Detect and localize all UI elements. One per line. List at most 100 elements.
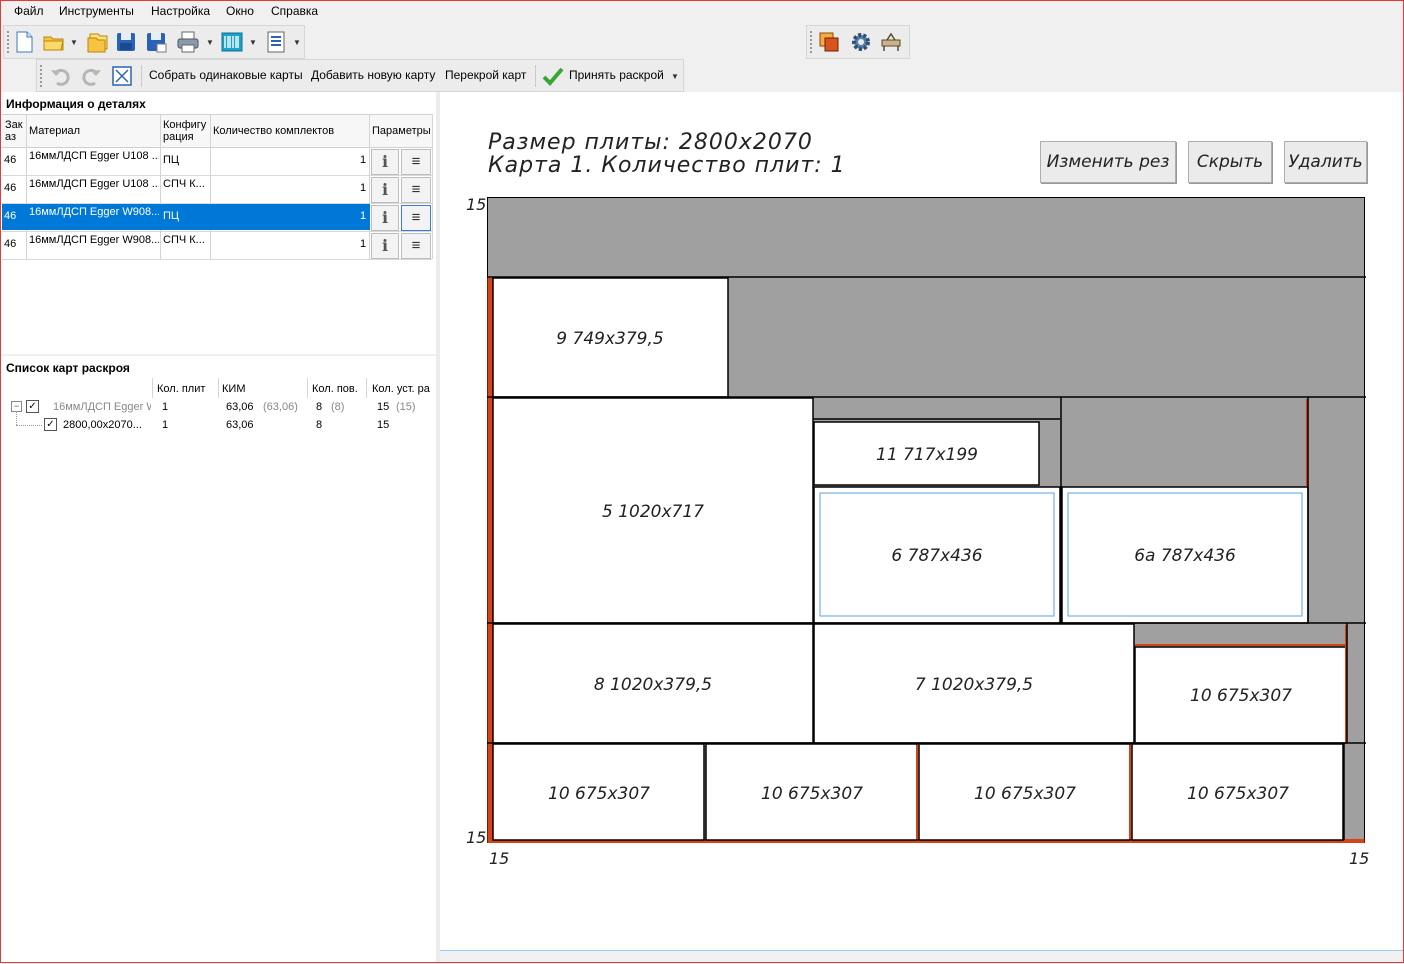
main-toolbar: ▼ ▼ ▼ ▼ <box>3 25 305 59</box>
cell-material: 16ммЛДСП Egger W908... <box>29 234 159 246</box>
cell-order: 46 <box>4 154 17 166</box>
barcode-dropdown-icon[interactable]: ▼ <box>249 38 257 47</box>
accept-dropdown-icon[interactable]: ▼ <box>671 72 679 81</box>
group-setups-sub: (15) <box>396 401 416 413</box>
save-icon[interactable] <box>114 30 138 54</box>
undo-icon[interactable] <box>49 64 73 88</box>
toolbar-grip[interactable] <box>810 31 814 53</box>
toolbar-separator <box>141 65 142 87</box>
group-checkbox[interactable]: ✓ <box>26 400 39 413</box>
cell-material: 16ммЛДСП Egger W908... <box>29 206 159 218</box>
grid-line <box>307 378 308 398</box>
cutting-sheet[interactable]: 9 749x379,5 11 717x199 5 1020x717 6 787x… <box>487 197 1366 844</box>
part-label: 8 1020x379,5 <box>594 675 712 695</box>
hide-button[interactable]: Скрыть <box>1188 141 1272 183</box>
col-header-kim[interactable]: КИМ <box>222 383 245 395</box>
col-header-material[interactable]: Материал <box>29 125 80 137</box>
accept-cutting-button[interactable]: Принять раскрой <box>569 68 664 82</box>
map-checkbox[interactable]: ✓ <box>44 418 57 431</box>
menu-lines-icon[interactable]: ≡ <box>401 233 431 259</box>
maps-panel-title: Список карт раскроя <box>6 361 130 375</box>
map-name[interactable]: 2800,00x2070... <box>63 419 142 431</box>
print-icon[interactable] <box>176 30 200 54</box>
collect-same-maps-button[interactable]: Собрать одинаковые карты <box>149 68 303 82</box>
report-dropdown-icon[interactable]: ▼ <box>293 38 301 47</box>
group-turns: 8 <box>316 401 323 413</box>
cell-order: 46 <box>4 182 17 194</box>
open-folder-icon[interactable] <box>42 30 66 54</box>
table-row-selected[interactable]: 46 16ммЛДСП Egger W908... ПЦ 1 i ≡ <box>2 203 432 232</box>
cell-order: 46 <box>4 210 17 222</box>
menu-help[interactable]: Справка <box>271 4 318 18</box>
machine-icon[interactable] <box>879 30 903 54</box>
menu-lines-icon[interactable]: ≡ <box>401 177 431 203</box>
menu-lines-icon[interactable]: ≡ <box>401 205 431 231</box>
cell-order: 46 <box>4 238 17 250</box>
info-button[interactable]: i <box>371 177 399 203</box>
open-multiple-icon[interactable] <box>86 30 110 54</box>
part-label: 10 675x307 <box>974 784 1076 804</box>
fit-view-icon[interactable] <box>110 64 134 88</box>
gear-icon[interactable] <box>849 30 873 54</box>
group-kim-sub: (63,06) <box>263 401 298 413</box>
menu-file[interactable]: Файл <box>14 4 44 18</box>
new-document-icon[interactable] <box>12 30 36 54</box>
info-button[interactable]: i <box>371 205 399 231</box>
part-label: 9 749x379,5 <box>556 329 663 349</box>
table-row[interactable]: 46 16ммЛДСП Egger W908... СПЧ К... 1 i ≡ <box>2 231 432 260</box>
map-sheets: 1 <box>162 419 169 431</box>
cell-qty: 1 <box>360 182 367 194</box>
horizontal-scrollbar[interactable] <box>440 950 1404 964</box>
col-header-config[interactable]: Конфигу рация <box>163 119 206 143</box>
layers-icon[interactable] <box>817 30 841 54</box>
part-label: 10 675x307 <box>1187 784 1289 804</box>
open-dropdown-icon[interactable]: ▼ <box>70 38 78 47</box>
group-kim: 63,06 <box>226 401 254 413</box>
cutting-toolbar: Собрать одинаковые карты Добавить новую … <box>36 59 684 92</box>
secondary-toolbar <box>806 25 910 59</box>
save-as-icon[interactable] <box>144 30 168 54</box>
info-button[interactable]: i <box>371 233 399 259</box>
sheet-size-label: Размер плиты: 2800x2070 <box>488 130 813 155</box>
toolbar-grip[interactable] <box>7 31 11 53</box>
cell-config: СПЧ К... <box>163 178 205 190</box>
tree-line <box>16 425 42 427</box>
group-setups: 15 <box>377 401 390 413</box>
part-label: 6 787x436 <box>891 546 982 566</box>
delete-button[interactable]: Удалить <box>1284 141 1367 183</box>
col-header-qty[interactable]: Количество комплектов <box>213 125 334 137</box>
part-label: 5 1020x717 <box>602 502 704 522</box>
checkmark-icon[interactable] <box>541 64 565 88</box>
barcode-icon[interactable] <box>220 30 244 54</box>
toolbar-grip[interactable] <box>40 65 44 87</box>
group-name[interactable]: 16ммЛДСП Egger W9 <box>53 401 151 413</box>
redo-icon[interactable] <box>79 64 103 88</box>
add-new-map-button[interactable]: Добавить новую карту <box>311 68 435 82</box>
cell-config: ПЦ <box>163 154 180 166</box>
cell-material: 16ммЛДСП Egger U108 ... <box>29 178 159 190</box>
menu-lines-icon[interactable]: ≡ <box>401 149 431 175</box>
grid-line <box>366 378 367 398</box>
menu-settings[interactable]: Настройка <box>151 4 210 18</box>
tree-line <box>16 411 18 425</box>
report-icon[interactable] <box>264 30 288 54</box>
col-header-order[interactable]: Зак аз <box>5 119 23 143</box>
table-row[interactable]: 46 16ммЛДСП Egger U108 ... СПЧ К... 1 i … <box>2 175 432 204</box>
margin-bottom-right-label: 15 <box>1349 849 1370 868</box>
info-button[interactable]: i <box>371 149 399 175</box>
table-row[interactable]: 46 16ммЛДСП Egger U108 ... ПЦ 1 i ≡ <box>2 147 432 176</box>
map-setups: 15 <box>377 419 390 431</box>
print-dropdown-icon[interactable]: ▼ <box>206 38 214 47</box>
part-label: 10 675x307 <box>761 784 863 804</box>
group-sheets: 1 <box>162 401 169 413</box>
cell-config: ПЦ <box>163 210 180 222</box>
menu-bar: Файл Инструменты Настройка Окно Справка <box>0 0 1404 22</box>
menu-tools[interactable]: Инструменты <box>59 4 134 18</box>
col-header-turns[interactable]: Кол. пов. <box>312 383 358 395</box>
col-header-params[interactable]: Параметры <box>372 125 431 137</box>
col-header-setups[interactable]: Кол. уст. ра <box>372 383 434 395</box>
reorder-maps-button[interactable]: Перекрой карт <box>445 68 526 82</box>
change-cut-button[interactable]: Изменить рез <box>1040 141 1176 183</box>
col-header-sheets[interactable]: Кол. плит <box>157 383 205 395</box>
menu-window[interactable]: Окно <box>226 4 254 18</box>
